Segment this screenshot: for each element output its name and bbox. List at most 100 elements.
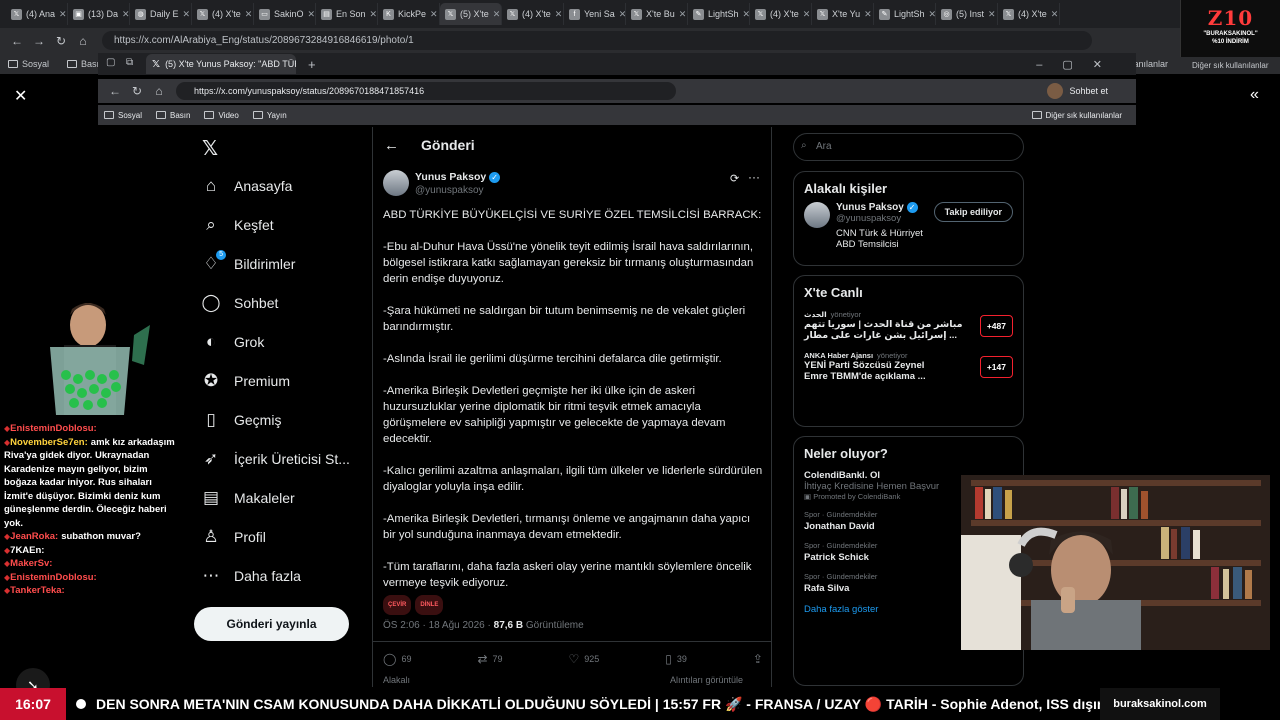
close-tab-icon[interactable]: ✕	[743, 9, 749, 20]
live-title-line: مباشر من قناة الحدث | سوريا تتهم	[804, 319, 963, 330]
tweet-paragraph: -Aslında İsrail ile gerilimi düşürme ter…	[383, 353, 722, 365]
reply-button[interactable]: ◯ 69	[383, 652, 411, 666]
like-button[interactable]: ♡ 925	[569, 652, 600, 666]
close-tab-icon[interactable]: ✕	[929, 9, 935, 20]
tab-actions-icon[interactable]: ⧉	[126, 57, 133, 68]
close-photo-icon[interactable]: ✕	[14, 86, 27, 106]
close-tab-icon[interactable]: ✕	[619, 9, 625, 20]
inner-home-icon[interactable]: ⌂	[148, 84, 170, 98]
chat-button[interactable]: Sohbet et	[1069, 86, 1108, 96]
inner-bookmark-yayin[interactable]: Yayın	[252, 111, 287, 120]
outer-tab[interactable]: ✎ LightSh ✕	[874, 3, 936, 25]
outer-tab[interactable]: ▭ SakinO ✕	[254, 3, 316, 25]
profile-avatar[interactable]	[1047, 83, 1064, 99]
related-link[interactable]: Alakalı	[383, 675, 410, 685]
window-controls[interactable]: –▢✕	[1036, 58, 1122, 71]
related-person-name-row[interactable]: Yunus Paksoy ✓	[836, 202, 928, 213]
live-item[interactable]: الحدث yönetiyor مباشر من قناة الحدث | سوري…	[794, 306, 1023, 347]
sidebar-item-more-circle[interactable]: ⋯ Daha fazla	[196, 556, 366, 595]
outer-tab[interactable]: ◍ Daily E ✕	[130, 3, 192, 25]
outer-tab[interactable]: ◎ (5) Inst ✕	[936, 3, 998, 25]
close-tab-icon[interactable]: ✕	[1051, 9, 1059, 20]
sidebar-item-bookmark[interactable]: ▯ Geçmiş	[196, 400, 366, 439]
back-arrow-icon[interactable]: ←	[384, 137, 399, 154]
outer-tab[interactable]: 𝕏 (4) X'te ✕	[750, 3, 812, 25]
share-button[interactable]: ⇪	[753, 652, 763, 666]
close-tab-icon[interactable]: ✕	[59, 9, 67, 20]
live-listener-count[interactable]: +487	[979, 314, 1013, 337]
repost-button[interactable]: ⇄ 79	[477, 652, 502, 666]
close-tab-icon[interactable]: ✕	[370, 9, 377, 20]
outer-url-input[interactable]: https://x.com/AlArabiya_Eng/status/20896…	[102, 31, 1092, 50]
outer-tab[interactable]: ▣ (13) Da ✕	[68, 3, 130, 25]
live-item[interactable]: ANKA Haber Ajansı yönetiyor YENİ Parti Söz…	[794, 347, 1023, 388]
view-quotes-link[interactable]: Alıntıları görüntüle	[670, 675, 743, 685]
related-person-avatar[interactable]	[804, 202, 830, 228]
inner-active-tab[interactable]: 𝕏 (5) X'te Yunus Paksoy: "ABD TÜRKİ ✕	[146, 54, 296, 74]
outer-address-bar: ← → ↻ ⌂ https://x.com/AlArabiya_Eng/stat…	[0, 28, 1280, 53]
tab-search-icon[interactable]: ▢	[106, 57, 115, 68]
author-avatar[interactable]	[383, 170, 409, 196]
outer-tab-label: SakinO	[274, 9, 304, 19]
close-tab-icon[interactable]: ✕	[864, 9, 872, 20]
live-listener-count[interactable]: +147	[979, 355, 1013, 378]
pen-icon: ✎	[693, 8, 704, 20]
tag-pill[interactable]: DİNLE	[415, 595, 444, 615]
search-input[interactable]: Ara	[793, 133, 1024, 161]
tag-pill[interactable]: ÇEVİR	[383, 595, 412, 615]
close-tab-icon[interactable]: ✕	[122, 9, 129, 20]
outer-tab[interactable]: 𝕏 (4) X'te ✕	[192, 3, 254, 25]
author-name-row[interactable]: Yunus Paksoy ✓	[415, 171, 501, 183]
inner-bookmark-basin[interactable]: Basın	[156, 111, 190, 120]
inner-back-icon[interactable]: ←	[104, 84, 126, 98]
bookmark-button[interactable]: ▯ 39	[665, 652, 687, 666]
new-tab-icon[interactable]: +	[308, 57, 316, 72]
collapse-panel-icon[interactable]: «	[1250, 86, 1259, 104]
outer-tab[interactable]: 𝕏 (4) Ana ✕	[6, 3, 68, 25]
sidebar-item-home[interactable]: ⌂ Anasayfa	[196, 166, 366, 205]
outer-other-bookmarks-right[interactable]: Diğer sık kullanılanlar	[1180, 57, 1280, 74]
close-tab-icon[interactable]: ✕	[493, 9, 501, 20]
close-tab-icon[interactable]: ✕	[679, 9, 687, 20]
outer-tab[interactable]: 𝕏 (4) X'te ✕	[998, 3, 1060, 25]
outer-tab[interactable]: 𝕏 (4) X'te ✕	[502, 3, 564, 25]
outer-tab[interactable]: 𝕏 X'te Yu ✕	[812, 3, 874, 25]
outer-tab[interactable]: f Yeni Sa ✕	[564, 3, 626, 25]
close-tab-icon[interactable]: ✕	[430, 9, 438, 20]
inner-reload-icon[interactable]: ↻	[126, 84, 148, 98]
close-tab-icon[interactable]: ✕	[183, 9, 191, 20]
inner-bookmark-sosyal[interactable]: Sosyal	[104, 111, 142, 120]
sidebar-item-grok[interactable]: ◐ Grok	[196, 322, 366, 361]
post-button[interactable]: Gönderi yayınla	[194, 607, 349, 641]
sidebar-item-person[interactable]: ♙ Profil	[196, 517, 366, 556]
author-handle[interactable]: @yunuspaksoy	[415, 185, 484, 196]
sidebar-item-chat[interactable]: ◯ Sohbet	[196, 283, 366, 322]
outer-tab[interactable]: ✎ LightSh ✕	[688, 3, 750, 25]
home-icon[interactable]: ⌂	[72, 34, 94, 48]
bookmark-sosyal[interactable]: Sosyal	[8, 59, 49, 69]
sidebar-item-premium[interactable]: ✪ Premium	[196, 361, 366, 400]
close-tab-icon[interactable]: ✕	[803, 9, 811, 20]
more-options-icon[interactable]: ···	[748, 170, 760, 184]
close-tab-icon[interactable]: ✕	[308, 9, 315, 20]
outer-tab[interactable]: 𝕏 X'te Bu ✕	[626, 3, 688, 25]
outer-tab[interactable]: 𝕏 (5) X'te ✕	[440, 3, 502, 25]
outer-tab[interactable]: K KickPe ✕	[378, 3, 440, 25]
reload-icon[interactable]: ↻	[50, 34, 72, 48]
back-icon[interactable]: ←	[6, 34, 28, 48]
inner-other-bookmarks[interactable]: Diğer sık kullanılanlar	[1031, 111, 1122, 120]
following-button[interactable]: Takip ediliyor	[933, 202, 1013, 222]
inner-bookmark-video[interactable]: Video	[204, 111, 239, 120]
sidebar-item-article[interactable]: ▤ Makaleler	[196, 478, 366, 517]
sidebar-item-search[interactable]: ⌕ Keşfet	[196, 205, 366, 244]
close-tab-icon[interactable]: ✕	[245, 9, 253, 20]
close-tab-icon[interactable]: ✕	[555, 9, 563, 20]
x-logo-icon[interactable]: 𝕏	[202, 136, 218, 161]
forward-icon[interactable]: →	[28, 34, 50, 48]
close-tab-icon[interactable]: ✕	[988, 9, 996, 20]
inner-url-input[interactable]: https://x.com/yunuspaksoy/status/2089670…	[176, 82, 676, 100]
sidebar-item-bell[interactable]: ♢ 5 Bildirimler	[196, 244, 366, 283]
outer-tab[interactable]: ▤ En Son ✕	[316, 3, 378, 25]
sidebar-item-rocket[interactable]: ➶ İçerik Üreticisi St...	[196, 439, 366, 478]
grok-explain-icon[interactable]: ⟳	[730, 172, 739, 185]
